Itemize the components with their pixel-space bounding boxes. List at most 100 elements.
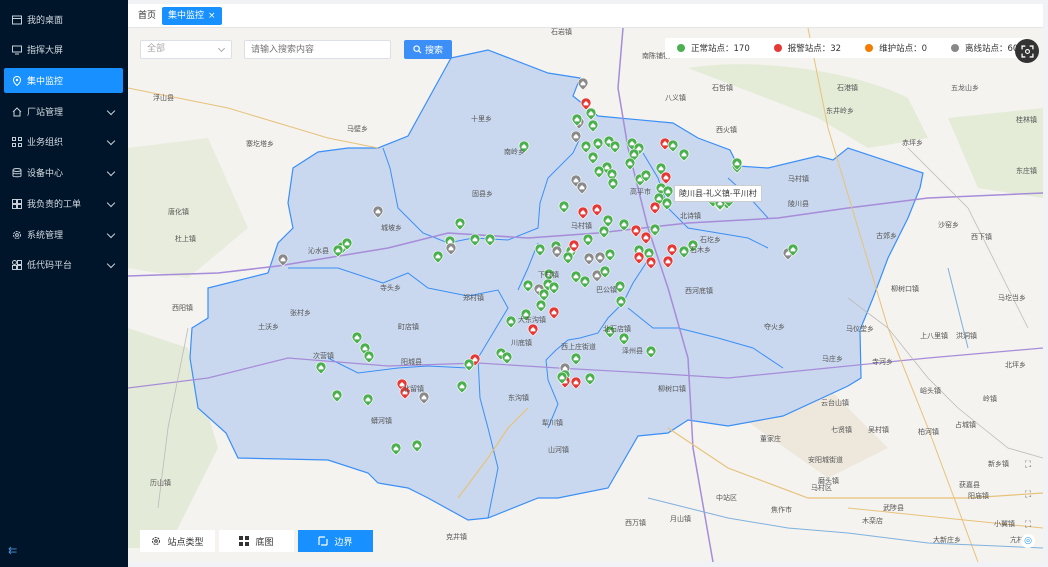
place-label: 川底镇: [511, 338, 532, 347]
place-label: 高平市: [630, 187, 651, 196]
place-label: 大东沟镇: [518, 315, 546, 324]
select-value: 全部: [147, 44, 166, 54]
place-label: 洪洞镇: [956, 331, 977, 340]
legend-item-maintenance[interactable]: 维护站点：0: [865, 42, 927, 54]
fullscreen-button[interactable]: [1015, 39, 1039, 63]
sidebar-item-command-screen[interactable]: 指挥大屏: [4, 37, 123, 62]
chevron-down-icon: [106, 167, 116, 177]
place-label: 五龙山乡: [951, 83, 979, 92]
status-dot-icon: [950, 44, 959, 52]
place-label: 马仪堂乡: [846, 324, 874, 333]
status-dot-icon: [865, 44, 874, 52]
basemap-button[interactable]: 底图: [219, 530, 294, 552]
place-label: 赤坪乡: [902, 139, 923, 147]
place-label: 七贤镇: [831, 425, 852, 434]
legend-label: 离线站点：60: [964, 44, 1019, 54]
legend-item-offline[interactable]: 离线站点：60: [950, 42, 1019, 54]
place-label: 泽州县: [622, 347, 643, 355]
map-view[interactable]: 石岩镇 南陈铺镇 八义镇 石哲镇 石港镇 五龙山乡 浮山县 十里乡 马壁乡 西火镇 东井岭乡 桂林镇寨…: [128, 28, 1043, 562]
place-label: 东庄镇: [1016, 166, 1037, 175]
place-label: 蟒河镇: [371, 416, 392, 425]
location-pin-icon: [12, 75, 22, 86]
desktop-icon: [12, 15, 22, 24]
place-label: 桂林镇: [1016, 115, 1037, 124]
place-label: 岭镇: [983, 394, 997, 403]
place-label: 占城镇: [955, 420, 976, 429]
chevron-down-icon: [217, 44, 226, 53]
search-input[interactable]: [244, 40, 391, 59]
sidebar-item-central-monitor[interactable]: 集中监控: [4, 68, 123, 93]
sidebar-collapse-button[interactable]: ⇇: [8, 544, 17, 557]
sidebar-item-business-org[interactable]: 业务组织: [4, 129, 123, 154]
place-label: 古郊乡: [876, 231, 897, 240]
tab-label: 首页: [138, 11, 157, 21]
legend-label: 维护站点：0: [879, 44, 927, 54]
place-label: 西阳镇: [172, 303, 193, 312]
map-tool-icon[interactable]: ⛶: [1021, 460, 1035, 474]
sidebar-item-label: 系统管理: [27, 231, 64, 241]
place-label: 石岩镇: [551, 28, 572, 36]
search-button[interactable]: 搜索: [404, 40, 452, 59]
station-tooltip: 陵川县-礼义镇-平川村: [674, 185, 762, 202]
place-label: 木栾店: [862, 516, 883, 525]
sidebar-item-label: 集中监控: [27, 77, 64, 87]
place-label: 马村镇: [788, 174, 809, 183]
place-label: 西万镇: [625, 518, 646, 527]
tab-bar: 首页 集中监控 ×: [128, 4, 1043, 28]
monitor-icon: [12, 45, 22, 54]
place-label: 唐化镇: [168, 207, 189, 216]
place-label: 小翼镇: [994, 519, 1015, 528]
place-label: 新乡镇: [988, 459, 1009, 468]
place-label: 北诗镇: [680, 211, 701, 220]
place-label: 安阳城街道: [808, 455, 843, 464]
station-filter-select[interactable]: 全部: [140, 40, 232, 59]
sidebar: 我的桌面 指挥大屏 集中监控 厂站管理 业务组织 设备中心 我负责的工单 系统管…: [0, 0, 128, 567]
place-label: 南岭乡: [504, 147, 525, 156]
place-label: 杜上镇: [175, 234, 196, 243]
tab-central-monitor[interactable]: 集中监控 ×: [162, 7, 222, 25]
chevron-down-icon: [106, 136, 116, 146]
place-label: 次营镇: [313, 351, 334, 360]
tab-home[interactable]: 首页: [132, 7, 162, 25]
gear-icon: [13, 230, 21, 239]
sidebar-item-station-mgmt[interactable]: 厂站管理: [4, 99, 123, 124]
sidebar-item-low-code[interactable]: 低代码平台: [4, 252, 123, 277]
place-label: 马圪当乡: [998, 293, 1026, 302]
sidebar-item-device-center[interactable]: 设备中心: [4, 160, 123, 185]
legend-label: 报警站点：32: [787, 44, 842, 54]
sidebar-item-label: 设备中心: [27, 169, 64, 179]
place-label: 东井岭乡: [826, 106, 854, 115]
place-label: 石圪乡: [700, 235, 721, 244]
place-label: 西河底镇: [685, 286, 713, 295]
place-label: 町店镇: [398, 322, 419, 331]
map-tool-icon[interactable]: ⛶: [1021, 520, 1035, 534]
place-label: 郑村镇: [463, 293, 484, 302]
place-label: 马壁乡: [347, 124, 368, 133]
place-label: 浮山县: [153, 93, 174, 102]
status-dot-icon: [773, 44, 782, 52]
sidebar-item-label: 低代码平台: [27, 261, 73, 271]
locate-icon[interactable]: ◎: [1021, 534, 1035, 548]
place-label: 张村乡: [290, 308, 311, 317]
search-button-label: 搜索: [424, 46, 443, 56]
station-type-button[interactable]: 站点类型: [140, 530, 215, 552]
place-label: 石港镇: [837, 83, 858, 92]
sidebar-item-my-work-orders[interactable]: 我负责的工单: [4, 191, 123, 216]
boundary-button[interactable]: 边界: [298, 530, 373, 552]
map-tool-icon[interactable]: ⛶: [1021, 490, 1035, 504]
legend-item-normal[interactable]: 正常站点：170: [677, 42, 750, 54]
legend-item-alarm[interactable]: 报警站点：32: [773, 42, 842, 54]
status-legend: 正常站点：170 报警站点：32 维护站点：0 离线站点：60: [665, 38, 1027, 58]
place-label: 犁川镇: [542, 418, 563, 427]
search-icon: [413, 45, 422, 54]
place-label: 吴村镇: [868, 425, 889, 434]
sidebar-item-desktop[interactable]: 我的桌面: [4, 7, 123, 32]
close-icon[interactable]: ×: [208, 11, 216, 21]
status-dot-icon: [677, 44, 685, 52]
station-marker-offline[interactable]: [577, 77, 589, 91]
sidebar-item-system-mgmt[interactable]: 系统管理: [4, 222, 123, 247]
place-label: 柳树口镇: [658, 384, 686, 393]
place-label: 东沟镇: [508, 393, 529, 402]
place-label: 阳城县: [401, 357, 422, 366]
place-label: 十里乡: [471, 114, 492, 123]
